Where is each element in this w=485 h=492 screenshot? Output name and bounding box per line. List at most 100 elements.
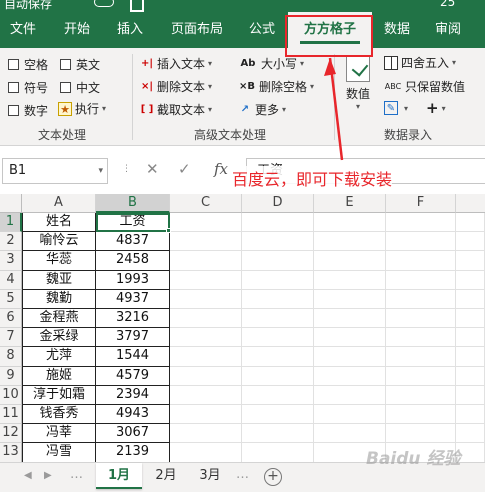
cell-empty[interactable] [170,424,242,444]
cell-salary[interactable]: 2394 [96,385,170,405]
row-header[interactable]: 3 [0,251,22,271]
cell-empty[interactable] [386,309,456,329]
cell-salary[interactable]: 4937 [96,289,170,309]
cell-empty[interactable] [456,405,485,425]
cell-empty[interactable] [314,270,386,290]
cell-empty[interactable] [242,270,314,290]
cell-empty[interactable] [456,251,485,271]
cell-empty[interactable] [242,251,314,271]
row-header[interactable]: 11 [0,405,22,425]
cancel-icon[interactable]: ✕ [146,160,159,178]
confirm-icon[interactable]: ✓ [178,160,191,178]
sheet-tab-feb[interactable]: 2月 [146,463,186,489]
cell-empty[interactable] [170,385,242,405]
cell-empty[interactable] [170,443,242,463]
cell-name[interactable]: 魏勤 [22,289,96,309]
add-sheet-icon[interactable]: + [264,468,282,486]
cell-empty[interactable] [386,213,456,233]
cell-empty[interactable] [456,385,485,405]
cell-empty[interactable] [456,289,485,309]
cell-empty[interactable] [314,328,386,348]
prev-sheet-icon[interactable]: ◀ [24,470,32,481]
column-header-e[interactable]: E [314,194,386,213]
cell-empty[interactable] [314,309,386,329]
fill-handle[interactable] [166,228,171,234]
row-header[interactable]: 10 [0,385,22,405]
cell-empty[interactable] [170,309,242,329]
cell-empty[interactable] [242,443,314,463]
more-dots-icon[interactable]: … [70,467,83,482]
tab-data[interactable]: 数据 [376,12,418,48]
cell-name[interactable]: 钱香秀 [22,405,96,425]
checkbox-space[interactable]: 空格 [8,56,48,73]
cell-empty[interactable] [314,366,386,386]
cell-name[interactable]: 喻怜云 [22,232,96,252]
next-sheet-icon[interactable]: ▶ [44,470,52,481]
cell-empty[interactable] [456,309,485,329]
cell-empty[interactable] [314,347,386,367]
cell-name[interactable]: 魏亚 [22,270,96,290]
checkbox-symbol[interactable]: 符号 [8,79,48,96]
cell-name[interactable]: 金程燕 [22,309,96,329]
cell-empty[interactable] [386,366,456,386]
cell-empty[interactable] [242,366,314,386]
add-button[interactable]: + ▾ [426,99,446,117]
cell-empty[interactable] [242,405,314,425]
cell-empty[interactable] [170,366,242,386]
keep-value-button[interactable]: ABC 只保留数值 [384,78,465,95]
cell-empty[interactable] [170,289,242,309]
row-header[interactable]: 9 [0,366,22,386]
cell-salary[interactable]: 3216 [96,309,170,329]
cell-empty[interactable] [314,251,386,271]
row-header[interactable]: 7 [0,328,22,348]
insert-text-button[interactable]: +| 插入文本 ▾ [140,55,212,72]
save-icon[interactable] [130,0,144,12]
edit-button[interactable]: ✎ ▾ [384,101,408,115]
chevron-down-icon[interactable]: ▾ [98,159,103,183]
cell-empty[interactable] [386,347,456,367]
row-header[interactable]: 1 [0,213,22,233]
cell-empty[interactable] [386,232,456,252]
cell-empty[interactable] [456,347,485,367]
cell-empty[interactable] [170,270,242,290]
cell-empty[interactable] [386,405,456,425]
column-header-g[interactable] [456,194,485,213]
tab-review[interactable]: 审阅 [424,12,472,48]
cell-salary[interactable]: 3067 [96,424,170,444]
sheet-tab-jan[interactable]: 1月 [96,463,142,489]
cell-empty[interactable] [242,385,314,405]
select-all-corner[interactable] [0,194,22,213]
more-dots-icon[interactable]: … [236,467,249,482]
cell-salary[interactable]: 1544 [96,347,170,367]
delete-spaces-button[interactable]: ×B 删除空格 ▾ [238,78,314,95]
cell-empty[interactable] [170,232,242,252]
cell-salary[interactable]: 工资 [96,213,170,233]
cell-empty[interactable] [242,328,314,348]
cell-empty[interactable] [170,328,242,348]
tab-insert[interactable]: 插入 [106,12,154,48]
tab-formulas[interactable]: 公式 [240,12,284,48]
cell-empty[interactable] [386,385,456,405]
cell-empty[interactable] [170,347,242,367]
value-button[interactable]: 数值 ▾ [346,56,370,111]
row-header[interactable]: 13 [0,443,22,463]
cell-empty[interactable] [242,213,314,233]
cell-empty[interactable] [456,232,485,252]
cell-empty[interactable] [386,289,456,309]
cell-name[interactable]: 尤萍 [22,347,96,367]
cell-empty[interactable] [386,424,456,444]
cell-empty[interactable] [456,270,485,290]
cell-empty[interactable] [170,213,242,233]
cell-empty[interactable] [456,213,485,233]
tab-fangfanggezi[interactable]: 方方格子 [288,12,372,48]
tab-page-layout[interactable]: 页面布局 [160,12,234,48]
cell-name[interactable]: 华蕊 [22,251,96,271]
column-header-b[interactable]: B [96,194,170,213]
row-header[interactable]: 4 [0,270,22,290]
cell-empty[interactable] [314,213,386,233]
tab-home[interactable]: 开始 [50,12,104,48]
checkbox-chinese[interactable]: 中文 [60,79,100,96]
cell-empty[interactable] [314,405,386,425]
cell-empty[interactable] [242,424,314,444]
name-box[interactable]: B1 ▾ [2,158,108,184]
